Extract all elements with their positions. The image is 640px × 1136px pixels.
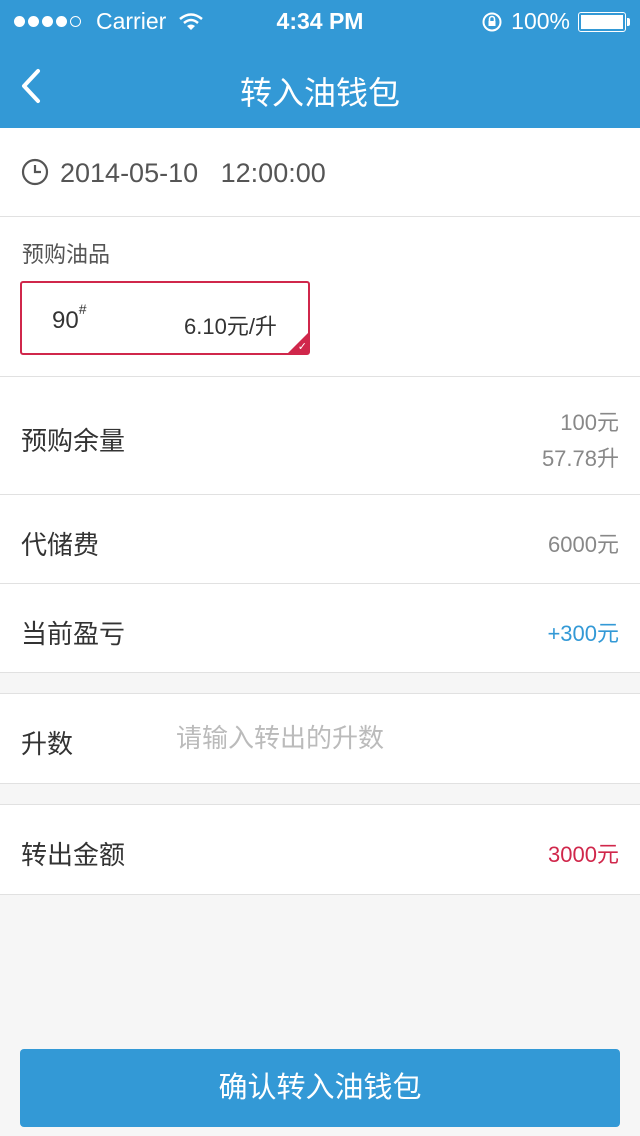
status-bar: Carrier 4:34 PM 100% (0, 0, 640, 40)
battery-percent: 100% (511, 8, 570, 34)
oil-grade: 90# (52, 301, 87, 335)
remain-label: 预购余量 (21, 426, 126, 456)
transfer-amount-row: 转出金额 3000元 (0, 804, 640, 895)
battery-icon (578, 11, 630, 32)
remain-amount: 100元 (560, 410, 619, 435)
time-text: 12:00:00 (220, 158, 326, 188)
profit-loss-label: 当前盈亏 (21, 619, 126, 649)
date-text: 2014-05-10 (60, 158, 199, 188)
confirm-transfer-button[interactable]: 确认转入油钱包 (20, 1049, 620, 1127)
oil-price: 6.10元/升 (184, 314, 277, 339)
datetime-text: 2014-05-10 12:00:00 (60, 158, 326, 189)
oil-product-option-selected[interactable]: 90# 6.10元/升 ✓ (20, 281, 310, 355)
profit-loss-row: 当前盈亏 +300元 (0, 584, 640, 673)
storage-fee-row: 代储费 6000元 (0, 495, 640, 584)
transfer-amount-value: 3000元 (548, 842, 619, 867)
datetime-row: 2014-05-10 12:00:00 (0, 128, 640, 217)
product-section-label: 预购油品 (22, 242, 111, 267)
liters-label: 升数 (21, 729, 74, 759)
storage-fee-value: 6000元 (548, 532, 619, 557)
nav-bar: 转入油钱包 (0, 40, 640, 128)
profit-loss-value: +300元 (547, 621, 619, 646)
remain-liters: 57.78升 (541, 446, 619, 471)
storage-fee-label: 代储费 (21, 530, 100, 560)
rotation-lock-icon (482, 12, 502, 31)
oil-grade-number: 90 (52, 307, 79, 334)
liters-input[interactable] (176, 718, 616, 758)
status-right: 100% (481, 8, 630, 35)
oil-grade-mark: # (78, 301, 87, 317)
page-title: 转入油钱包 (239, 75, 400, 111)
top-bar: Carrier 4:34 PM 100% 转入油钱包 (0, 0, 640, 128)
checkmark-icon: ✓ (297, 341, 307, 353)
liters-row: 升数 (0, 693, 640, 784)
clock-icon (21, 158, 49, 186)
remain-row: 预购余量 100元 57.78升 (0, 377, 640, 495)
transfer-amount-label: 转出金额 (21, 840, 126, 870)
product-section: 预购油品 90# 6.10元/升 ✓ (0, 217, 640, 377)
